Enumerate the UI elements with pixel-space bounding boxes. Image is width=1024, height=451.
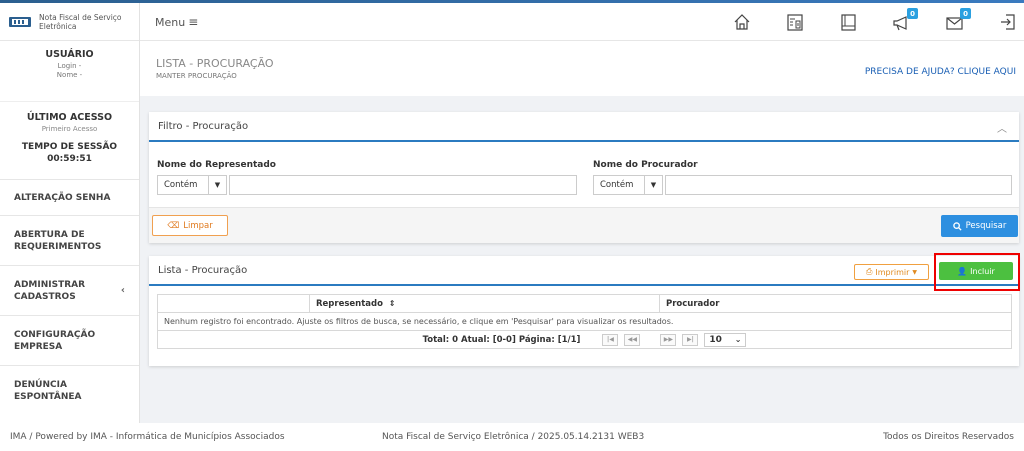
sidebar-item-administrar-cadastros[interactable]: ADMINISTRAR CADASTROS ‹	[0, 265, 139, 315]
sidebar-item-abertura-requerimentos[interactable]: ABERTURA DE REQUERIMENTOS	[0, 215, 139, 265]
help-link[interactable]: PRECISA DE AJUDA? CLIQUE AQUI	[865, 67, 1016, 77]
clear-button[interactable]: ⌫ Limpar	[152, 215, 228, 236]
printer-icon: ⎙	[865, 267, 873, 276]
sidebar-item-denuncia-espontanea[interactable]: DENÚNCIA ESPONTÂNEA	[0, 365, 139, 415]
eraser-icon: ⌫	[167, 220, 180, 231]
logo-line1: Nota Fiscal de Serviço	[39, 12, 122, 22]
page-subtitle: MANTER PROCURAÇÃO	[156, 72, 237, 80]
session-timer: 00:59:51	[47, 154, 92, 164]
sidebar-item-alteracao-senha[interactable]: ALTERAÇÃO SENHA	[0, 179, 139, 215]
caret-down-icon: ▼	[208, 176, 226, 194]
last-access-value: Primeiro Acesso	[41, 125, 98, 133]
column-header-procurador: Procurador	[659, 294, 1012, 313]
pager-summary: Total: 0 Atual: [0-0] Página: [1/1]	[422, 334, 581, 345]
caret-down-icon: ▼	[644, 176, 662, 194]
representado-label: Nome do Representado	[157, 160, 276, 170]
column-header-representado[interactable]: Representado ⇕	[309, 294, 660, 313]
page-size-select[interactable]: 10 ⌄	[704, 332, 747, 347]
chevron-left-icon: ‹	[120, 284, 125, 296]
add-user-icon: 👤	[957, 266, 968, 276]
messages-button[interactable]: 0	[945, 8, 971, 32]
home-icon[interactable]	[732, 12, 752, 32]
calculator-document-icon[interactable]	[785, 12, 805, 32]
last-access-title: ÚLTIMO ACESSO	[26, 112, 113, 123]
hamburger-icon: ≡	[188, 15, 199, 29]
logout-icon[interactable]	[998, 12, 1018, 32]
messages-badge: 0	[960, 8, 971, 19]
announcements-badge: 0	[907, 8, 918, 19]
next-page-icon[interactable]: ▶▶	[660, 333, 677, 346]
column-header-select	[157, 294, 310, 313]
page-title-bar: LISTA - PROCURAÇÃO MANTER PROCURAÇÃO PRE…	[140, 41, 1024, 96]
filter-actions: ⌫ Limpar Pesquisar	[149, 207, 1019, 243]
user-title: USUÁRIO	[45, 49, 94, 60]
user-login: Login -	[57, 62, 82, 70]
footer: IMA / Powered by IMA - Informática de Mu…	[0, 423, 1024, 451]
list-panel: Lista - Procuração ⎙ Imprimir ▼ 👤 Inclui…	[149, 253, 1020, 366]
table-row: Nenhum registro foi encontrado. Ajuste o…	[157, 312, 1012, 331]
search-icon	[952, 221, 962, 231]
page-title: LISTA - PROCURAÇÃO	[156, 57, 274, 70]
footer-rights: Todos os Direitos Reservados	[883, 432, 1014, 442]
caret-down-icon: ▼	[912, 268, 918, 276]
procurador-mode-select[interactable]: Contém ▼	[593, 175, 663, 195]
pager-row: Total: 0 Atual: [0-0] Página: [1/1] |◀ ◀…	[157, 330, 1012, 349]
footer-version: Nota Fiscal de Serviço Eletrônica / 2025…	[382, 432, 645, 442]
app-logo[interactable]: Nota Fiscal de Serviço Eletrônica	[0, 3, 139, 41]
access-info: ÚLTIMO ACESSO Primeiro Acesso TEMPO DE S…	[0, 101, 139, 179]
empty-message: Nenhum registro foi encontrado. Ajuste o…	[157, 312, 1012, 331]
add-button[interactable]: 👤 Incluir	[939, 262, 1013, 280]
last-page-icon[interactable]: ▶|	[682, 333, 699, 346]
invoice-logo-icon	[9, 16, 31, 27]
menu-toggle-button[interactable]: Menu ≡	[155, 15, 198, 29]
chevron-down-icon: ⌄	[734, 335, 742, 344]
announcements-button[interactable]: 0	[892, 8, 918, 32]
representado-mode-select[interactable]: Contém ▼	[157, 175, 227, 195]
logo-line2: Eletrônica	[39, 21, 77, 31]
user-info: USUÁRIO Login - Nome -	[0, 41, 139, 101]
procurador-label: Nome do Procurador	[593, 160, 698, 170]
print-button[interactable]: ⎙ Imprimir ▼	[854, 264, 929, 280]
results-table: Representado ⇕ Procurador Nenhum registr…	[157, 294, 1012, 349]
representado-input[interactable]	[229, 175, 577, 195]
sidebar: Nota Fiscal de Serviço Eletrônica USUÁRI…	[0, 3, 140, 423]
filter-panel-header: Filtro - Procuração ︿	[149, 112, 1019, 142]
session-title: TEMPO DE SESSÃO	[21, 142, 118, 152]
list-panel-title: Lista - Procuração	[158, 264, 248, 276]
prev-page-icon[interactable]: ◀◀	[624, 333, 641, 346]
search-button[interactable]: Pesquisar	[941, 215, 1018, 237]
sidebar-item-configuracao-empresa[interactable]: CONFIGURAÇÃO EMPRESA	[0, 315, 139, 365]
first-page-icon[interactable]: |◀	[602, 333, 619, 346]
user-name: Nome -	[56, 71, 83, 79]
table-header-row: Representado ⇕ Procurador	[157, 294, 1012, 313]
sort-icon: ⇕	[388, 298, 396, 308]
filter-panel: Filtro - Procuração ︿ Nome do Representa…	[149, 112, 1019, 243]
top-header: Menu ≡ 0 0	[140, 3, 1024, 41]
chevron-up-icon[interactable]: ︿	[997, 120, 1007, 135]
pagination: Total: 0 Atual: [0-0] Página: [1/1] |◀ ◀…	[164, 332, 1005, 347]
procurador-input[interactable]	[665, 175, 1012, 195]
footer-credits: IMA / Powered by IMA - Informática de Mu…	[10, 432, 285, 442]
book-icon[interactable]	[838, 12, 858, 32]
filter-panel-title: Filtro - Procuração	[158, 120, 249, 132]
